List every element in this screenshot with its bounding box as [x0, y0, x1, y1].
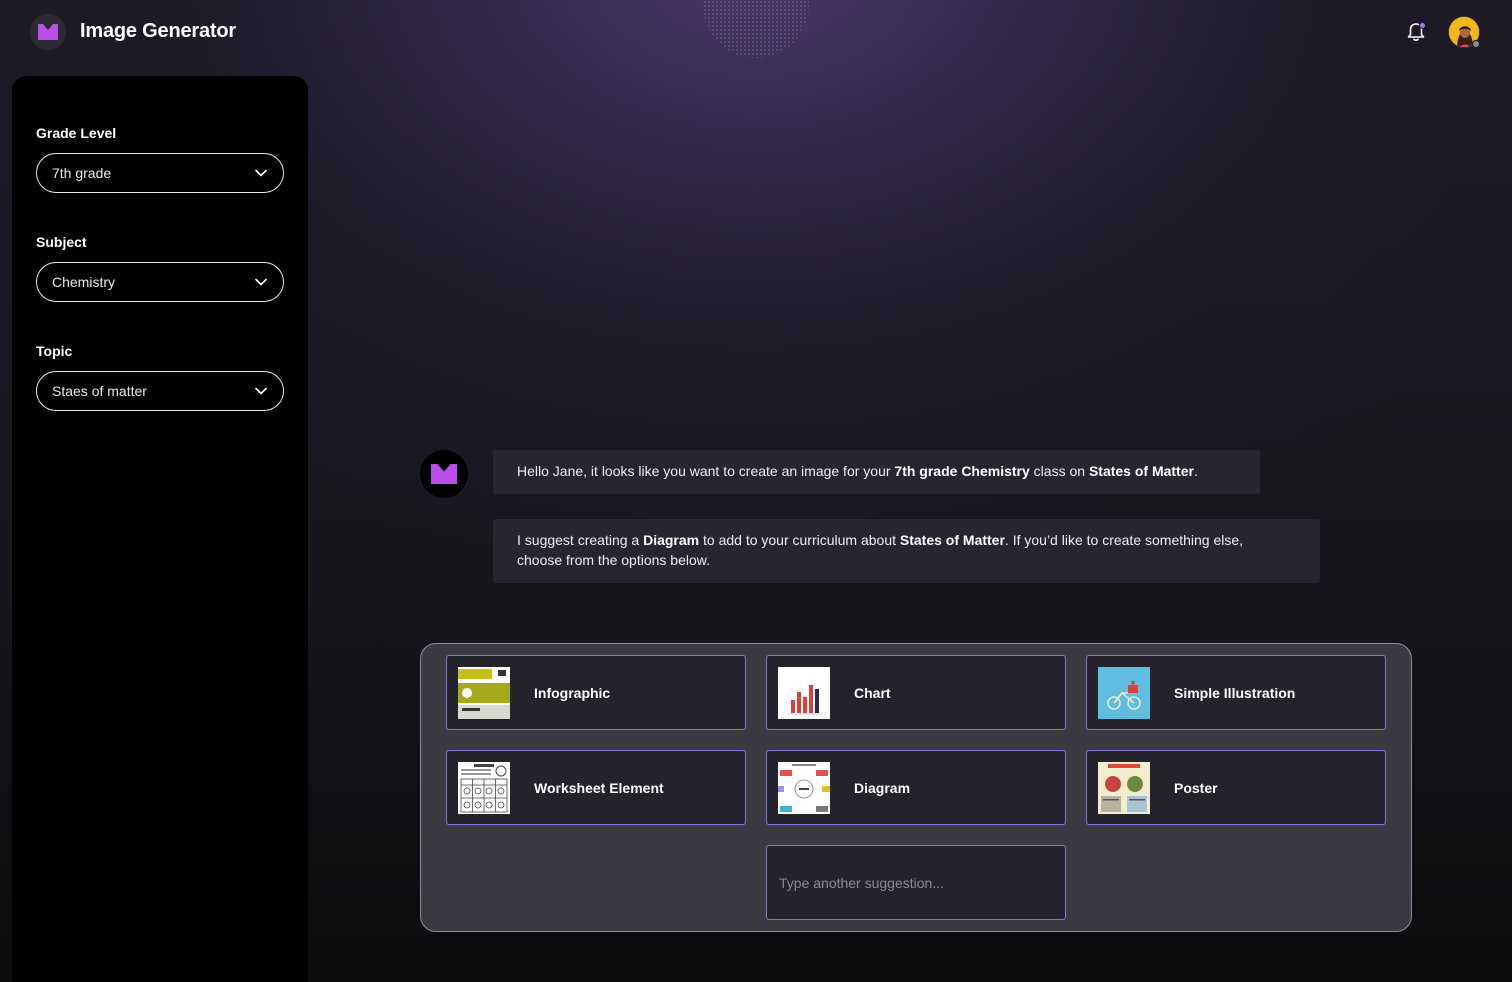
illustration-thumbnail [1098, 666, 1150, 719]
grade-level-label: Grade Level [36, 125, 117, 141]
chart-thumbnail [778, 666, 830, 719]
notifications-button[interactable] [1404, 20, 1428, 44]
message-text: class on [1029, 463, 1089, 479]
option-label: Infographic [534, 684, 611, 701]
worksheet-thumbnail [458, 761, 510, 814]
option-poster[interactable]: Poster [1086, 750, 1386, 825]
option-label: Diagram [854, 779, 911, 796]
option-chart[interactable]: Chart [766, 655, 1066, 730]
message-highlight: 7th grade Chemistry [894, 463, 1030, 479]
option-label: Chart [854, 684, 891, 701]
option-worksheet-element[interactable]: Worksheet Element [446, 750, 746, 825]
app-logo[interactable] [30, 14, 66, 50]
topic-value: Staes of matter [52, 383, 147, 399]
brand-m-icon [431, 464, 457, 484]
topic-select[interactable]: Staes of matter [36, 371, 284, 411]
notification-badge [1419, 22, 1426, 29]
background-dot-pattern [703, 0, 809, 58]
grade-level-value: 7th grade [52, 165, 112, 181]
app-title: Image Generator [80, 20, 236, 42]
subject-label: Subject [36, 234, 87, 250]
poster-thumbnail [1098, 761, 1150, 814]
infographic-thumbnail [458, 666, 510, 719]
assistant-message: I suggest creating a Diagram to add to y… [493, 519, 1320, 583]
message-text: choose from the options below. [517, 552, 711, 568]
chevron-down-icon [255, 278, 267, 286]
message-highlight: Diagram [643, 532, 700, 548]
message-text: I suggest creating a [517, 532, 644, 548]
chevron-down-icon [255, 169, 267, 177]
subject-select[interactable]: Chemistry [36, 262, 284, 302]
message-highlight: States of Matter [899, 532, 1005, 548]
chevron-down-icon [255, 387, 267, 395]
message-text: to add to your curriculum about [699, 532, 900, 548]
settings-sidebar: Grade Level 7th grade Subject Chemistry … [12, 76, 308, 982]
subject-value: Chemistry [52, 274, 116, 290]
option-simple-illustration[interactable]: Simple Illustration [1086, 655, 1386, 730]
message-highlight: States of Matter [1088, 463, 1194, 479]
suggestion-input[interactable] [766, 845, 1066, 920]
option-infographic[interactable]: Infographic [446, 655, 746, 730]
diagram-thumbnail [778, 761, 830, 814]
message-text: Hello Jane, it looks like you want to cr… [517, 463, 895, 479]
grade-level-select[interactable]: 7th grade [36, 153, 284, 193]
option-label: Simple Illustration [1174, 684, 1296, 701]
message-text: . If you’d like to create something else… [1004, 532, 1244, 548]
image-type-options: Infographic Chart Simple Illustration Wo… [420, 643, 1412, 932]
user-status-indicator [1472, 40, 1480, 48]
option-label: Worksheet Element [534, 779, 664, 796]
assistant-avatar [420, 450, 468, 498]
message-text: . [1193, 463, 1198, 479]
topic-label: Topic [36, 343, 73, 359]
brand-m-icon [38, 24, 58, 40]
option-label: Poster [1174, 779, 1218, 796]
assistant-message: Hello Jane, it looks like you want to cr… [493, 450, 1260, 494]
option-diagram[interactable]: Diagram [766, 750, 1066, 825]
